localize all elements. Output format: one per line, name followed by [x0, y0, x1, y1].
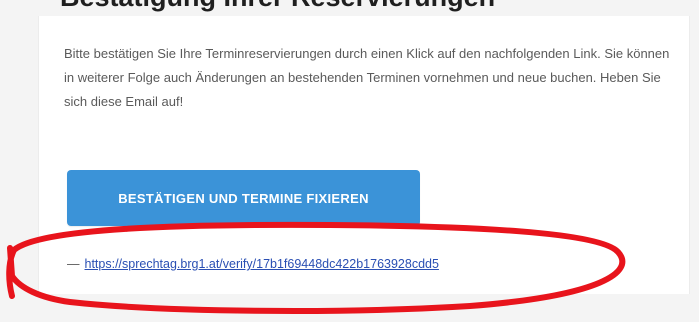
confirm-appointments-button[interactable]: BESTÄTIGEN UND TERMINE FIXIEREN — [67, 170, 420, 226]
email-heading: Bestätigung Ihrer Reservierungen — [60, 0, 495, 13]
instruction-text: Bitte bestätigen Sie Ihre Terminreservie… — [64, 46, 670, 109]
link-dash: — — [67, 257, 80, 271]
email-screenshot: { "email": { "heading_fragment": "Bestät… — [0, 0, 699, 322]
verify-link-row: — https://sprechtag.brg1.at/verify/17b1f6… — [67, 257, 439, 271]
verify-link[interactable]: https://sprechtag.brg1.at/verify/17b1f69… — [85, 257, 439, 271]
email-body-card: Bitte bestätigen Sie Ihre Terminreservie… — [38, 16, 690, 294]
